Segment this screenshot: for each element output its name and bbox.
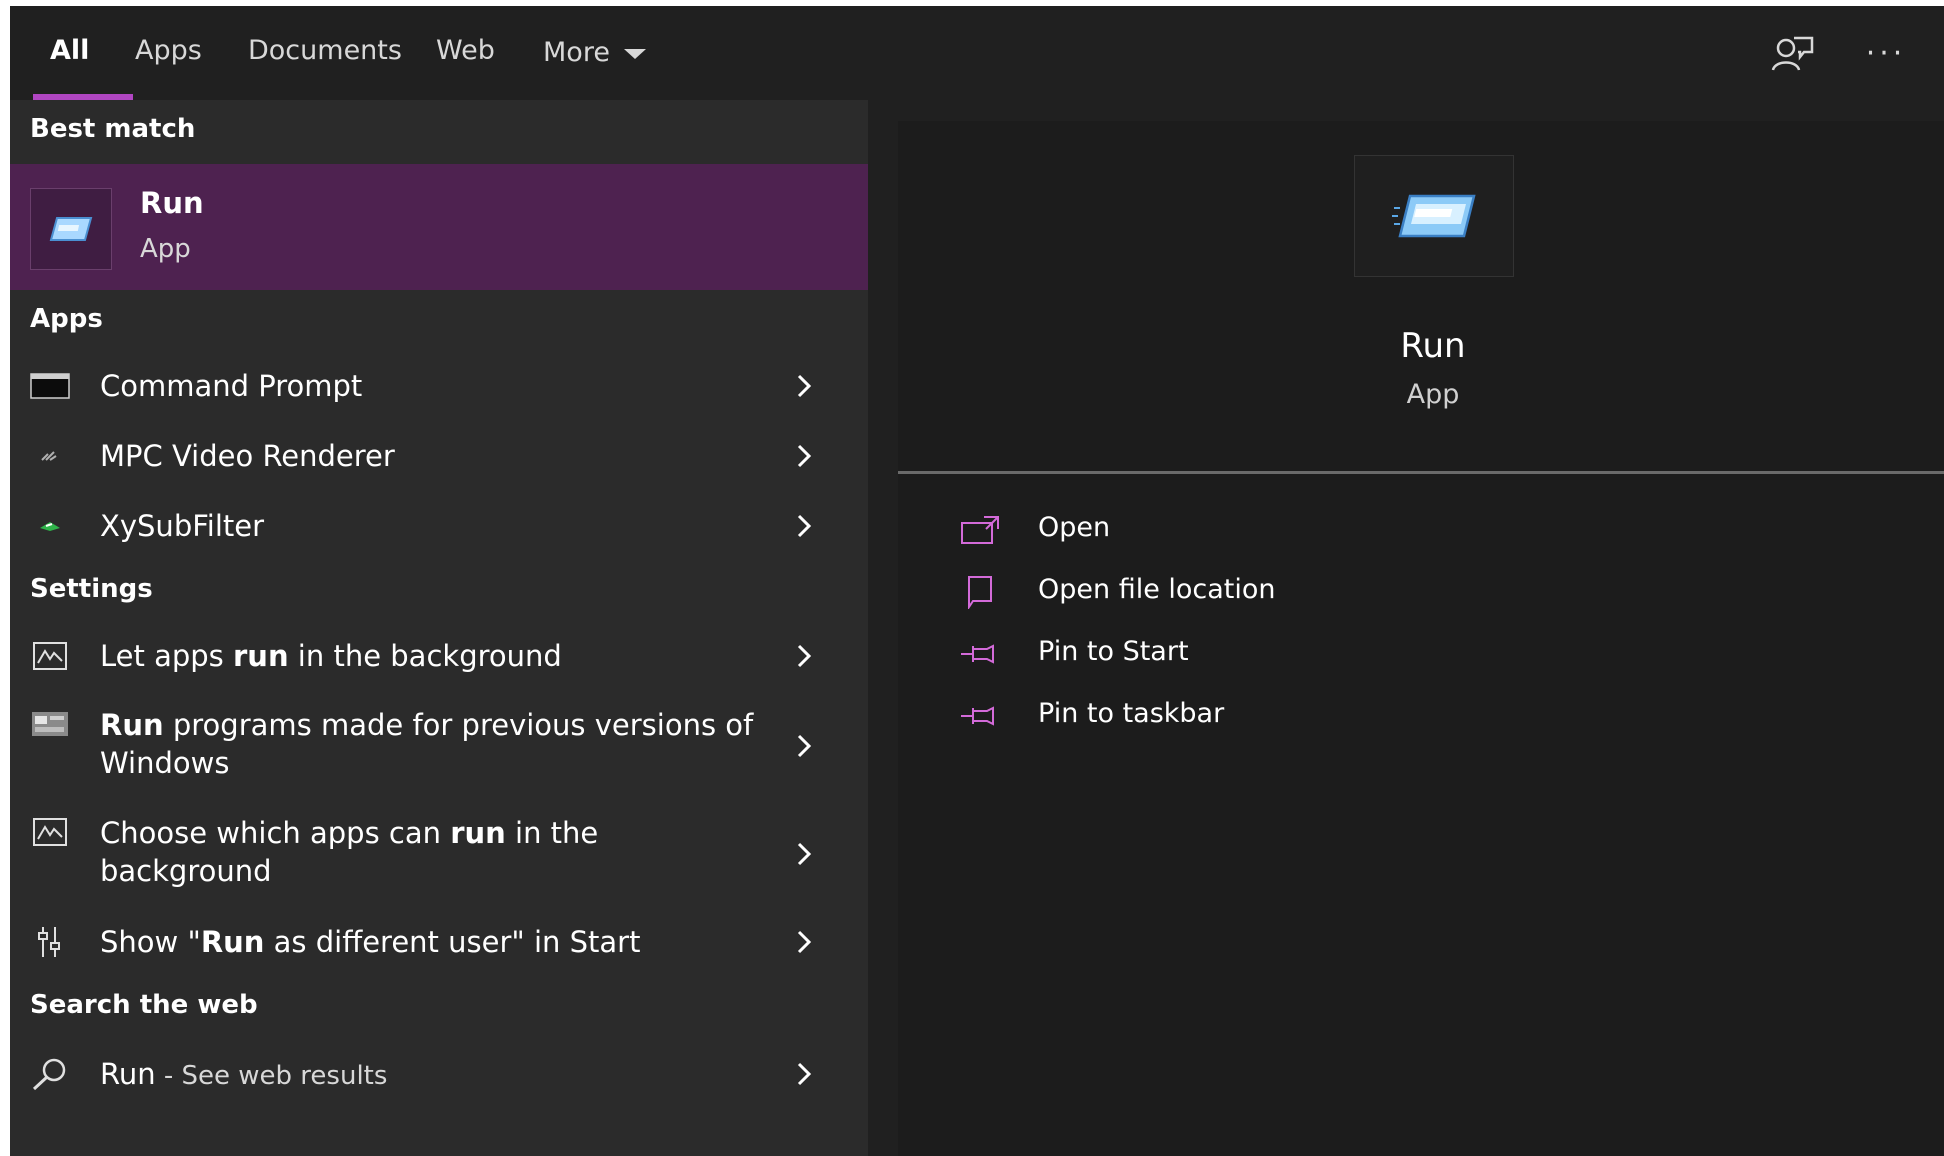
chevron-right-icon[interactable] [792, 930, 816, 954]
search-window: All Apps Documents Web More ··· Best mat… [10, 6, 1944, 1156]
web-search-item[interactable]: Run - See web results [10, 1046, 868, 1102]
action-pin-to-start[interactable]: Pin to Start [898, 630, 1944, 680]
setting-item-choose-background-apps[interactable]: Choose which apps can run in the backgro… [10, 806, 868, 902]
xysubfilter-icon [30, 506, 70, 546]
background-apps-icon [30, 636, 70, 676]
setting-item-label: Show "Run as different user" in Start [100, 925, 641, 959]
action-label: Pin to taskbar [1038, 698, 1225, 729]
best-match-subtitle: App [140, 234, 191, 264]
tab-documents[interactable]: Documents [248, 6, 402, 100]
tab-all[interactable]: All [50, 6, 89, 100]
search-web-header: Search the web [30, 990, 258, 1020]
apps-header: Apps [30, 304, 103, 334]
chevron-right-icon[interactable] [792, 514, 816, 538]
action-label: Open [1038, 512, 1111, 543]
run-app-icon [30, 188, 112, 270]
tab-more-label: More [543, 37, 610, 68]
app-item-command-prompt[interactable]: Command Prompt [10, 358, 868, 414]
setting-item-background-apps[interactable]: Let apps run in the background [10, 628, 868, 684]
search-icon [30, 1054, 70, 1094]
action-label: Pin to Start [1038, 636, 1189, 667]
background-apps-icon [30, 812, 70, 852]
folder-location-icon [958, 572, 1002, 612]
preview-title: Run [1400, 326, 1466, 366]
app-item-label: XySubFilter [100, 509, 265, 543]
setting-item-compatibility[interactable]: Run programs made for previous versions … [10, 698, 868, 794]
web-search-label: Run - See web results [100, 1057, 388, 1091]
feedback-icon[interactable] [1768, 30, 1816, 78]
app-item-xysubfilter[interactable]: XySubFilter [10, 498, 868, 554]
best-match-title: Run [140, 186, 204, 220]
caret-down-icon [623, 49, 646, 59]
action-pin-to-taskbar[interactable]: Pin to taskbar [898, 692, 1944, 742]
chevron-right-icon[interactable] [792, 734, 816, 758]
chevron-right-icon[interactable] [792, 1062, 816, 1086]
command-prompt-icon [30, 366, 70, 406]
search-filter-tabs: All Apps Documents Web More ··· [10, 6, 1944, 100]
tab-apps[interactable]: Apps [135, 6, 202, 100]
settings-header: Settings [30, 574, 153, 604]
mpc-video-renderer-icon [30, 436, 70, 476]
best-match-item[interactable]: Run App [10, 164, 868, 290]
setting-item-label: Let apps run in the background [100, 639, 562, 673]
app-item-label: Command Prompt [100, 369, 363, 403]
setting-item-label: Run programs made for previous versions … [100, 708, 754, 780]
pin-icon [958, 696, 1002, 736]
chevron-right-icon[interactable] [792, 842, 816, 866]
preview-divider [898, 471, 1944, 474]
more-options-icon[interactable]: ··· [1862, 30, 1910, 78]
chevron-right-icon[interactable] [792, 444, 816, 468]
setting-item-run-as-different-user[interactable]: Show "Run as different user" in Start [10, 914, 868, 970]
action-label: Open file location [1038, 574, 1276, 605]
tab-more[interactable]: More [543, 6, 646, 100]
web-search-suffix: - See web results [155, 1061, 388, 1091]
chevron-right-icon[interactable] [792, 374, 816, 398]
pin-icon [958, 634, 1002, 674]
action-open-file-location[interactable]: Open file location [898, 568, 1944, 618]
preview-pane: Run App Open Open file location Pin to S… [898, 121, 1944, 1156]
setting-item-label: Choose which apps can run in the backgro… [100, 816, 599, 888]
settings-sliders-icon [30, 922, 70, 962]
app-item-mpc-video-renderer[interactable]: MPC Video Renderer [10, 428, 868, 484]
chevron-right-icon[interactable] [792, 644, 816, 668]
preview-subtitle: App [1406, 379, 1460, 410]
action-open[interactable]: Open [898, 506, 1944, 556]
results-list: Best match Run App Apps Command Prompt M… [10, 100, 868, 1156]
tab-web[interactable]: Web [436, 6, 495, 100]
app-item-label: MPC Video Renderer [100, 439, 395, 473]
run-app-large-icon [1354, 155, 1514, 277]
compatibility-icon [30, 704, 70, 744]
best-match-header: Best match [30, 114, 196, 144]
open-icon [958, 510, 1002, 550]
